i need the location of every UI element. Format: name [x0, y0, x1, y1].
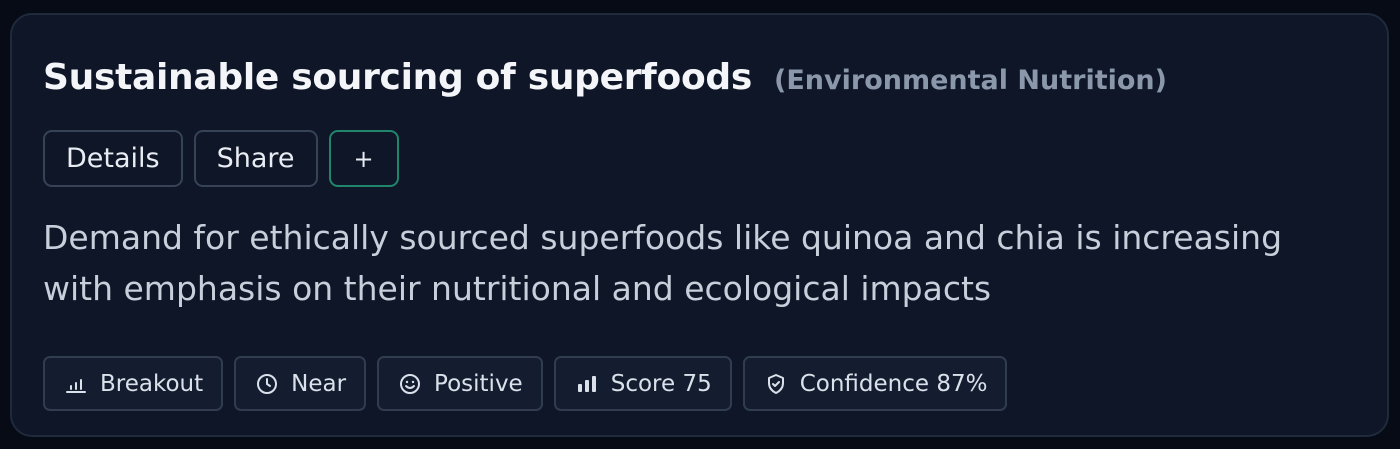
- chip-label: Near: [291, 370, 347, 397]
- shield-check-icon: [763, 371, 789, 397]
- trend-category: (Environmental Nutrition): [774, 65, 1167, 96]
- share-button[interactable]: Share: [193, 130, 318, 187]
- smiley-icon: [397, 371, 423, 397]
- trend-description: Demand for ethically sourced superfoods …: [43, 218, 1283, 308]
- title-row: Sustainable sourcing of superfoods (Envi…: [43, 57, 1167, 98]
- chip-label: Score 75: [610, 370, 712, 397]
- chip-confidence: Confidence 87%: [742, 356, 1008, 411]
- trend-title: Sustainable sourcing of superfoods: [43, 57, 753, 98]
- chip-label: Confidence 87%: [799, 370, 988, 397]
- details-button[interactable]: Details: [43, 130, 183, 187]
- action-buttons: Details Share +: [43, 130, 399, 187]
- chip-score: Score 75: [553, 356, 732, 411]
- add-button[interactable]: +: [328, 130, 399, 187]
- chip-breakout: Breakout: [43, 356, 224, 411]
- trend-card: Sustainable sourcing of superfoods (Envi…: [10, 13, 1389, 437]
- chip-horizon: Near: [234, 356, 367, 411]
- chip-label: Positive: [434, 370, 523, 397]
- trend-metrics: Breakout Near Positive Score 75 Confiden…: [43, 356, 1008, 411]
- bar-chart-icon: [63, 371, 89, 397]
- signal-bars-icon: [574, 371, 600, 397]
- clock-icon: [254, 371, 280, 397]
- chip-sentiment: Positive: [377, 356, 543, 411]
- chip-label: Breakout: [100, 370, 204, 397]
